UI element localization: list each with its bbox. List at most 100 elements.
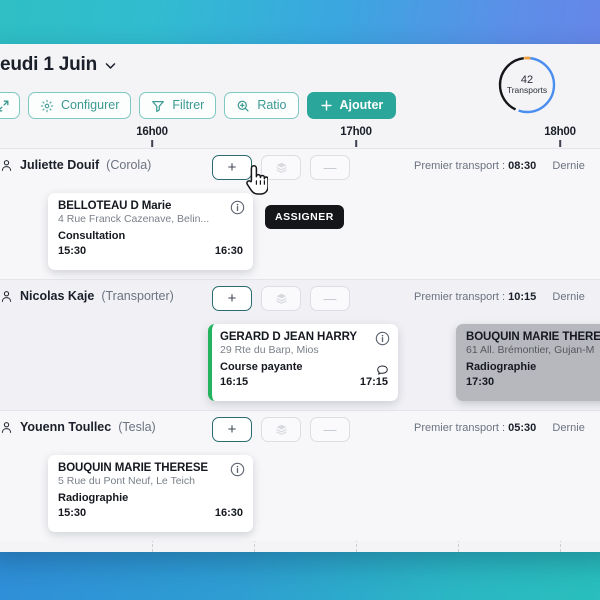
assigner-tooltip: ASSIGNER <box>265 205 344 229</box>
gear-icon <box>40 99 54 112</box>
row-vehicle: (Transporter) <box>101 289 174 303</box>
trip-patient-name: BOUQUIN MARIE THERESE <box>466 331 600 343</box>
row-actions: + — <box>212 155 350 180</box>
row-vehicle: (Corola) <box>106 158 152 172</box>
trip-address: 5 Rue du Pont Neuf, Le Teich <box>58 475 195 487</box>
trip-type: Radiographie <box>58 492 129 504</box>
date-selector[interactable]: eudi 1 Juin <box>0 54 117 76</box>
funnel-icon <box>152 100 165 112</box>
remove-button[interactable]: — <box>310 417 350 442</box>
person-icon <box>1 290 12 302</box>
stack-button[interactable] <box>261 286 301 311</box>
first-transport-time: 08:30 <box>508 160 537 172</box>
row-meta-youenn: Premier transport : 05:30 Dernie <box>414 422 585 434</box>
ratio-button[interactable]: Ratio <box>224 92 299 119</box>
filter-button[interactable]: Filtrer <box>139 92 217 119</box>
layers-icon <box>275 424 287 435</box>
configure-label: Configurer <box>61 98 120 113</box>
person-icon <box>1 159 12 171</box>
row-actions: + — <box>212 286 350 311</box>
tooltip-label: ASSIGNER <box>275 211 334 223</box>
expand-button[interactable] <box>0 92 20 119</box>
trip-end-time: 16:30 <box>214 245 243 257</box>
trip-times: 15:30 16:30 <box>58 507 243 519</box>
filter-label: Filtrer <box>172 98 205 113</box>
chevron-down-icon <box>105 62 116 69</box>
info-icon[interactable] <box>230 200 245 215</box>
trip-card[interactable]: BELLOTEAU D Marie 4 Rue Franck Cazenave,… <box>48 193 253 270</box>
plus-icon: + <box>227 290 237 307</box>
trip-end-time: 16:30 <box>214 507 243 519</box>
chat-bubble-icon[interactable] <box>376 364 389 377</box>
row-driver-name: Juliette Douif <box>20 158 100 172</box>
assign-button[interactable]: + <box>212 286 252 311</box>
trip-times: 15:30 16:30 <box>58 245 243 257</box>
last-transport-prefix: Dernie <box>552 422 585 434</box>
row-actions: + — <box>212 417 350 442</box>
time-tick: 17h00 <box>340 126 372 147</box>
table-row: Nicolas Kaje (Transporter) + — Premier t… <box>0 279 600 410</box>
row-driver-name: Nicolas Kaje <box>20 289 95 303</box>
minus-icon: — <box>323 422 337 437</box>
assign-button[interactable]: + <box>212 417 252 442</box>
trip-start-time: 15:30 <box>58 507 87 519</box>
add-button[interactable]: Ajouter <box>306 92 397 119</box>
row-meta-nicolas: Premier transport : 10:15 Dernie <box>414 291 585 303</box>
trip-patient-name: BELLOTEAU D Marie <box>58 200 172 212</box>
time-tick-label: 18h00 <box>544 126 576 138</box>
trip-type: Consultation <box>58 230 126 242</box>
trip-patient-name: GERARD D JEAN HARRY <box>220 331 357 343</box>
remove-button[interactable]: — <box>310 155 350 180</box>
trip-start-time: 16:15 <box>220 376 249 388</box>
time-tick-label: 16h00 <box>136 126 168 138</box>
trip-start-time: 15:30 <box>58 245 87 257</box>
row-header-juliette[interactable]: Juliette Douif (Corola) <box>0 158 151 172</box>
expand-arrows-icon <box>0 100 9 111</box>
info-icon[interactable] <box>230 462 245 477</box>
transports-donut-chart[interactable]: 42 Transports <box>496 54 558 116</box>
trip-card-unassigned[interactable]: BOUQUIN MARIE THERESE 61 All. Brémontier… <box>456 324 600 401</box>
trip-patient-name: BOUQUIN MARIE THERESE <box>58 462 208 474</box>
ratio-label: Ratio <box>257 98 287 113</box>
trip-end-time: 17:15 <box>359 376 388 388</box>
first-transport-prefix: Premier transport : <box>414 422 506 434</box>
remove-button[interactable]: — <box>310 286 350 311</box>
trip-card[interactable]: BOUQUIN MARIE THERESE 5 Rue du Pont Neuf… <box>48 455 253 532</box>
layers-icon <box>275 162 287 173</box>
trip-address: 4 Rue Franck Cazenave, Belin... <box>58 213 210 225</box>
add-label: Ajouter <box>339 98 384 113</box>
plus-icon <box>320 100 332 111</box>
info-icon[interactable] <box>375 331 390 346</box>
donut-center-label: 42 Transports <box>496 54 558 116</box>
zoom-in-icon <box>237 100 249 112</box>
table-row: Youenn Toullec (Tesla) + — Premier trans… <box>0 410 600 541</box>
row-meta-juliette: Premier transport : 08:30 Dernie <box>414 160 585 172</box>
time-tick-mark <box>355 140 357 147</box>
trip-address: 61 All. Brémontier, Gujan-M <box>466 344 595 356</box>
trip-start-time: 17:30 <box>466 376 495 388</box>
toolbar: Configurer Filtrer Ratio Ajouter <box>0 92 397 119</box>
row-header-youenn[interactable]: Youenn Toullec (Tesla) <box>0 420 156 434</box>
pointing-hand-cursor <box>246 164 268 195</box>
last-transport-prefix: Dernie <box>552 291 585 303</box>
row-header-nicolas[interactable]: Nicolas Kaje (Transporter) <box>0 289 174 303</box>
background-gradient-bottom <box>0 544 600 600</box>
first-transport-prefix: Premier transport : <box>414 291 506 303</box>
trip-times: 17:30 <box>466 376 600 388</box>
first-transport-time: 05:30 <box>508 422 537 434</box>
stack-button[interactable] <box>261 417 301 442</box>
time-tick-mark <box>559 140 561 147</box>
trip-times: 16:15 17:15 <box>220 376 388 388</box>
time-tick: 16h00 <box>136 126 168 147</box>
plus-icon: + <box>227 421 237 438</box>
first-transport-prefix: Premier transport : <box>414 160 506 172</box>
layers-icon <box>275 293 287 304</box>
trip-address: 29 Rte du Barp, Mios <box>220 344 319 356</box>
planning-app-window: eudi 1 Juin Configurer Filtrer Ratio Ajo… <box>0 44 600 552</box>
donut-label: Transports <box>506 85 548 96</box>
configure-button[interactable]: Configurer <box>28 92 132 119</box>
trip-type: Course payante <box>220 361 303 373</box>
trip-card[interactable]: GERARD D JEAN HARRY 29 Rte du Barp, Mios… <box>208 324 398 401</box>
row-driver-name: Youenn Toullec <box>20 420 112 434</box>
first-transport-time: 10:15 <box>508 291 537 303</box>
